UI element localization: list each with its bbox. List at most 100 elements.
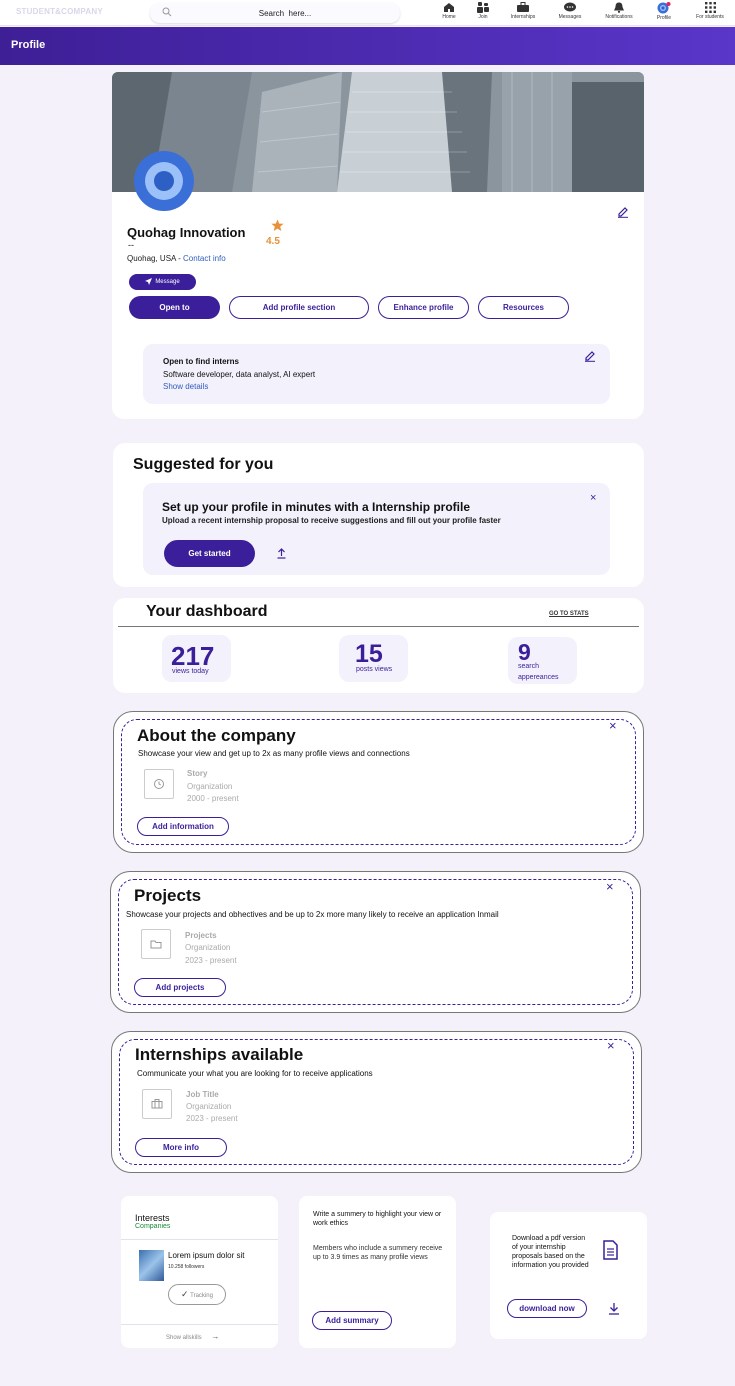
dashboard-divider	[118, 626, 639, 627]
get-started-button[interactable]: Get started	[164, 540, 255, 567]
nav-for-students-label: For students	[696, 14, 724, 20]
interest-followers: 10.258 followers	[168, 1264, 205, 1270]
top-navbar: STUDENT&COMPANY Home Join Internships Me…	[0, 0, 735, 26]
interest-company-name[interactable]: Lorem ipsum dolor sit	[168, 1251, 244, 1260]
nav-for-students[interactable]: For students	[688, 1, 732, 25]
internships-description: Communicate your what you are looking fo…	[137, 1069, 373, 1078]
brand-logo[interactable]: STUDENT&COMPANY	[16, 7, 103, 16]
grid-icon	[704, 2, 716, 13]
show-all-skills-link[interactable]: Show allskills →	[166, 1332, 219, 1341]
about-title: About the company	[137, 726, 296, 745]
contact-info-link[interactable]: Contact info	[183, 254, 226, 263]
page-header: Profile	[0, 27, 735, 65]
resources-button[interactable]: Resources	[478, 296, 569, 319]
internships-section: Internships available Communicate your w…	[111, 1031, 642, 1173]
add-summary-button[interactable]: Add summary	[312, 1311, 392, 1330]
send-icon	[145, 278, 153, 286]
stat-views-today[interactable]: 217 views today	[162, 635, 231, 682]
job-item-title: Job Title	[186, 1090, 219, 1099]
open-to-title: Open to find interns	[163, 357, 239, 366]
nav-messages[interactable]: Messages	[548, 1, 592, 25]
nav-join-label: Join	[478, 14, 488, 20]
search-input[interactable]	[190, 6, 380, 20]
nav-internships[interactable]: Internships	[501, 1, 545, 25]
dashboard-title: Your dashboard	[146, 603, 268, 620]
stat-search-appearances[interactable]: 9 search appereances	[508, 637, 577, 684]
companies-tab[interactable]: Companies	[135, 1223, 170, 1230]
summary-card: Write a summery to highlight your view o…	[299, 1196, 456, 1348]
job-item-org: Organization	[186, 1102, 232, 1111]
go-to-stats-link[interactable]: GO TO STATS	[549, 611, 589, 617]
close-about-icon[interactable]: ×	[609, 718, 617, 733]
chat-icon	[564, 2, 576, 12]
story-item-dates: 2000 - present	[187, 794, 239, 803]
about-description: Showcase your view and get up to 2x as m…	[138, 749, 410, 758]
projects-item-org: Organization	[185, 943, 231, 952]
job-item-icon-box	[142, 1089, 172, 1119]
interests-divider-bottom	[121, 1324, 278, 1325]
stat-posts-views[interactable]: 15 posts views	[339, 635, 408, 682]
upload-icon[interactable]	[276, 547, 287, 559]
edit-profile-icon[interactable]	[617, 206, 629, 218]
company-location: Quohag, USA - Contact info	[127, 254, 226, 263]
company-avatar[interactable]	[134, 151, 194, 211]
about-section: About the company Showcase your view and…	[113, 711, 644, 853]
more-info-button[interactable]: More info	[135, 1138, 227, 1157]
nav-profile-label: Profile	[656, 15, 672, 21]
star-icon	[271, 219, 284, 231]
tracking-button[interactable]: ✓ Tracking	[168, 1284, 226, 1305]
add-information-button[interactable]: Add information	[137, 817, 229, 836]
projects-section: Projects Showcase your projects and obhe…	[110, 871, 641, 1013]
page-title: Profile	[11, 39, 46, 51]
nav-profile[interactable]: Profile	[642, 1, 686, 25]
nav-notifications[interactable]: Notifications	[597, 1, 641, 25]
projects-description: Showcase your projects and obhectives an…	[126, 910, 499, 919]
stat-search-label-1: search	[518, 663, 540, 670]
stat-search-label-2: appereances	[518, 674, 559, 681]
suggested-subtext: Upload a recent internship proposal to r…	[162, 516, 501, 525]
projects-item-title: Projects	[185, 931, 217, 940]
company-name: Quohag Innovation	[127, 225, 246, 240]
close-suggested-icon[interactable]: ×	[590, 492, 596, 504]
close-projects-icon[interactable]: ×	[606, 879, 614, 894]
company-thumbnail[interactable]	[139, 1250, 164, 1281]
add-profile-section-button[interactable]: Add profile section	[229, 296, 369, 319]
stat-views-today-label: views today	[172, 668, 209, 675]
download-now-button[interactable]: download now	[507, 1299, 587, 1318]
briefcase-icon	[517, 2, 529, 12]
folder-icon	[150, 940, 162, 949]
summary-info: Members who include a summery receive up…	[313, 1245, 443, 1261]
nav-messages-label: Messages	[558, 14, 582, 20]
avatar-center	[154, 171, 174, 191]
interests-card: Interests Companies Lorem ipsum dolor si…	[121, 1196, 278, 1348]
story-item-icon-box	[144, 769, 174, 799]
open-to-button[interactable]: Open to	[129, 296, 220, 319]
search-bar[interactable]	[150, 3, 400, 23]
suggested-title: Suggested for you	[133, 456, 274, 473]
search-icon	[162, 7, 172, 17]
summary-prompt: Write a summery to highlight your view o…	[313, 1211, 442, 1227]
message-button-label: Message	[155, 279, 180, 286]
tracking-label: Tracking	[190, 1293, 213, 1299]
open-to-box: Open to find interns Software developer,…	[143, 344, 610, 404]
download-card: Download a pdf version of your internshi…	[490, 1212, 647, 1339]
edit-open-to-icon[interactable]	[584, 350, 596, 362]
suggested-heading: Set up your profile in minutes with a In…	[162, 500, 471, 514]
add-projects-button[interactable]: Add projects	[134, 978, 226, 997]
enhance-profile-button[interactable]: Enhance profile	[378, 296, 469, 319]
clock-icon	[154, 779, 164, 789]
nav-notifications-label: Notifications	[605, 14, 633, 20]
job-item-dates: 2023 - present	[186, 1114, 238, 1123]
nav-join[interactable]: Join	[461, 1, 505, 25]
internships-title: Internships available	[135, 1045, 304, 1064]
interests-title: Interests	[135, 1213, 170, 1223]
stat-search-value: 9	[518, 639, 531, 665]
profile-avatar-icon	[657, 2, 671, 14]
show-details-link[interactable]: Show details	[163, 382, 208, 391]
story-item-org: Organization	[187, 782, 233, 791]
close-internships-icon[interactable]: ×	[607, 1038, 615, 1053]
message-button[interactable]: Message	[129, 274, 196, 290]
download-icon[interactable]	[608, 1302, 620, 1315]
company-rating: 4.5	[266, 236, 280, 247]
nav-internships-label: Internships	[510, 14, 536, 20]
